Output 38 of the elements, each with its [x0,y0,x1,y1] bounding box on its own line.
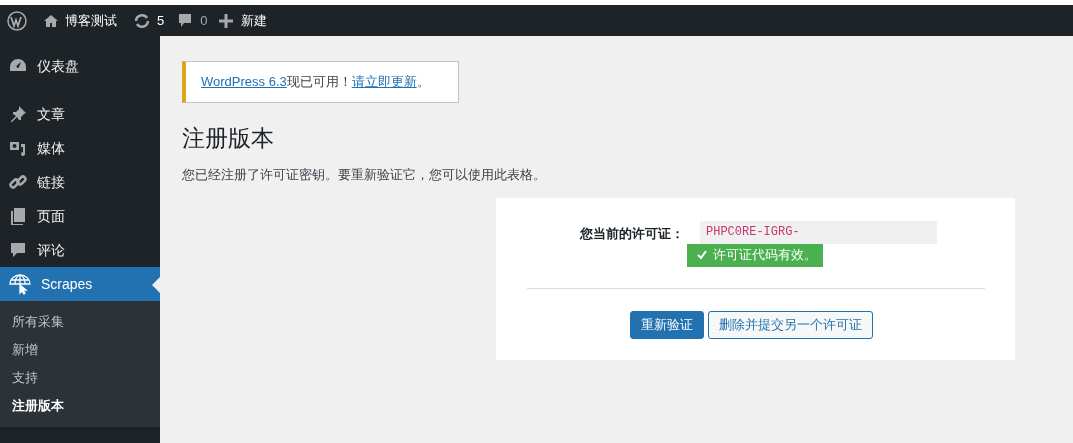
revalidate-button[interactable]: 重新验证 [630,310,704,339]
refresh-icon [133,11,151,30]
license-key-field[interactable]: PHPC0RE-IGRG- [700,220,937,244]
submenu-item[interactable]: 支持 [0,364,160,392]
wordpress-version-link[interactable]: WordPress 6.3 [201,72,287,92]
sidebar-item[interactable]: 媒体 [0,131,160,165]
delete-license-button[interactable]: 删除并提交另一个许可证 [708,310,873,339]
updates-count[interactable]: 5 [157,10,165,31]
license-label: 您当前的许可证： [580,224,685,243]
comment-icon [8,240,28,260]
submenu-item[interactable]: 新增 [0,336,160,364]
comments-count[interactable]: 0 [200,10,208,31]
new-link[interactable]: 新建 [241,10,268,31]
sidebar-item[interactable]: 链接 [0,165,160,199]
notice-period: 。 [416,73,430,92]
home-icon [43,12,59,29]
checkmark-icon [697,250,707,260]
sidebar-item[interactable]: 仪表盘 [0,49,160,83]
link-icon [8,172,28,192]
valid-status-badge: 许可证代码有效。 [687,243,823,267]
site-name-link[interactable]: 博客测试 [65,10,117,31]
update-now-link[interactable]: 请立即更新 [351,72,417,92]
submenu-item[interactable]: 所有采集 [0,308,160,336]
page-description: 您已经注册了许可证密钥。要重新验证它，您可以使用此表格。 [182,166,547,184]
comment-icon [178,12,193,29]
notice-text: 现已可用！ [286,73,352,92]
pages-icon [8,206,28,226]
pin-icon [8,104,28,124]
sidebar-item[interactable]: Scrapes [0,267,160,301]
sidebar-item[interactable]: 页面 [0,199,160,233]
wordpress-logo-icon[interactable] [7,10,27,31]
current-arrow-icon [152,277,160,293]
plus-icon [219,13,234,28]
page-title: 注册版本 [182,124,275,153]
sidebar-item[interactable]: 文章 [0,97,160,131]
sidebar-item[interactable]: 评论 [0,233,160,267]
globe-icon [8,273,32,295]
submenu-item[interactable]: 注册版本 [0,392,160,420]
